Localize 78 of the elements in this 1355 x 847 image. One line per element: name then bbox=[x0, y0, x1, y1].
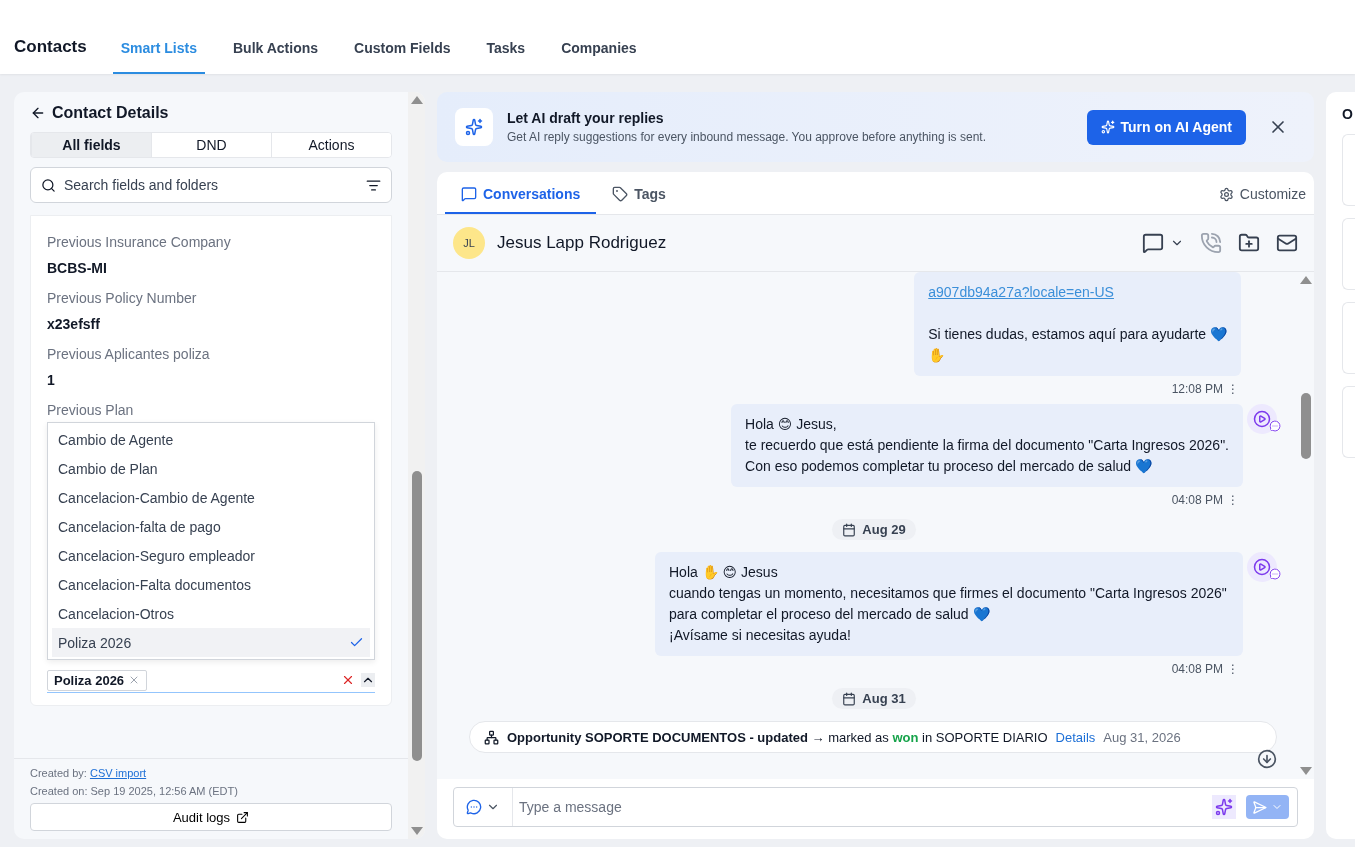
chat-icon[interactable] bbox=[1142, 232, 1164, 254]
field-label: Previous Plan bbox=[47, 402, 135, 418]
chat-dots-icon bbox=[1269, 568, 1281, 580]
mail-icon[interactable] bbox=[1276, 232, 1298, 254]
created-on-text: Created on: Sep 19 2025, 12:56 AM (EDT) bbox=[30, 785, 239, 797]
pipeline-icon bbox=[484, 729, 499, 745]
message-time: 04:08 PM bbox=[1171, 493, 1223, 507]
nav-tab[interactable]: Tasks bbox=[478, 40, 534, 74]
nav-tab[interactable]: Companies bbox=[553, 40, 645, 74]
send-icon bbox=[1252, 799, 1267, 815]
more-menu[interactable]: ⋮ bbox=[1227, 382, 1239, 396]
customize-button[interactable]: Customize bbox=[1218, 186, 1306, 214]
chat-bubble-icon bbox=[461, 186, 477, 202]
segment-tab[interactable]: DND bbox=[151, 133, 271, 157]
calendar-icon bbox=[842, 691, 857, 706]
scroll-down-icon[interactable] bbox=[1257, 749, 1277, 769]
message-time: 04:08 PM bbox=[1171, 662, 1223, 676]
folder-plus-icon[interactable] bbox=[1238, 232, 1260, 254]
chat-dots-icon bbox=[466, 799, 482, 815]
ai-sparkle-icon[interactable] bbox=[1212, 795, 1236, 819]
chat-dots-icon bbox=[1269, 420, 1281, 432]
external-link-icon bbox=[236, 810, 250, 824]
nav-tab[interactable]: Custom Fields bbox=[346, 40, 459, 74]
panel-heading: O bbox=[1342, 106, 1354, 122]
field-value: x23efsff bbox=[47, 316, 101, 332]
field-label: Previous Insurance Company bbox=[47, 234, 232, 250]
field-label: Previous Policy Number bbox=[47, 290, 198, 306]
tag-icon bbox=[612, 186, 629, 202]
date-label: Aug 29 bbox=[862, 522, 906, 537]
play-icon bbox=[1253, 410, 1271, 428]
segment-tab[interactable]: All fields bbox=[31, 133, 151, 157]
info-card bbox=[1342, 302, 1355, 374]
back-icon[interactable] bbox=[30, 105, 46, 121]
banner-title: Let AI draft your replies bbox=[507, 110, 665, 126]
field-label: Previous Aplicantes poliza bbox=[47, 346, 211, 362]
creator-link[interactable]: CSV import bbox=[89, 767, 147, 779]
created-by-text: Created by: CSV import bbox=[30, 767, 148, 779]
date-label: Aug 31 bbox=[862, 691, 906, 706]
dropdown-option[interactable]: Poliza 2026 bbox=[52, 628, 370, 657]
more-menu[interactable]: ⋮ bbox=[1227, 662, 1239, 676]
banner-text: Get AI reply suggestions for every inbound message. You approve before anything is sent. bbox=[507, 130, 987, 144]
sparkle-icon bbox=[455, 108, 493, 146]
field-value: 1 bbox=[47, 372, 56, 388]
sparkle-icon bbox=[1100, 120, 1115, 134]
conversation-tab[interactable]: Tags bbox=[596, 186, 682, 214]
tag-select-field[interactable]: Poliza 2026 bbox=[47, 668, 375, 693]
nav-tab[interactable]: Smart Lists bbox=[112, 40, 205, 74]
field-value: BCBS-MI bbox=[47, 260, 108, 276]
message-bubble: a907db94a27a?locale=en-US Si tienes dudas, estamos aquí para ayudarte 💙 ✋ bbox=[914, 272, 1241, 376]
more-menu[interactable]: ⋮ bbox=[1227, 493, 1239, 507]
tag-label: Poliza 2026 bbox=[54, 672, 125, 688]
contact-name: Jesus Lapp Rodriguez bbox=[497, 233, 668, 253]
panel-title: Contact Details bbox=[52, 104, 169, 122]
activity-text: Opportunity SOPORTE DOCUMENTOS - updated → marked as won in SOPORTE DIARIO bbox=[507, 729, 1048, 745]
calendar-icon bbox=[842, 522, 857, 537]
page-title: Contacts bbox=[14, 37, 87, 58]
play-icon bbox=[1253, 558, 1271, 576]
search-icon bbox=[41, 177, 56, 193]
segment-tab[interactable]: Actions bbox=[271, 133, 391, 157]
message-bubble: Hola ✋ 😊 Jesus cuando tengas un momento, necesitamos que firmes el documento "Carta Ingresos 2026" para completar el proceso del mercado de salud 💙 ¡Avísame si necesitas ayuda! bbox=[655, 552, 1243, 656]
message-composer[interactable]: Type a message bbox=[453, 787, 1298, 827]
activity-date: Aug 31, 2026 bbox=[1103, 729, 1181, 745]
info-card bbox=[1342, 134, 1355, 206]
audit-logs-button[interactable]: Audit logs bbox=[30, 803, 392, 831]
settings-icon bbox=[1218, 186, 1234, 202]
clear-icon[interactable] bbox=[341, 673, 355, 687]
details-link[interactable]: Details bbox=[1055, 729, 1096, 745]
contact-avatar: JL bbox=[453, 227, 485, 259]
filter-icon[interactable] bbox=[366, 177, 381, 193]
turn-on-ai-button[interactable]: Turn on AI Agent bbox=[1086, 109, 1246, 145]
search-input[interactable]: Search fields and folders bbox=[62, 176, 360, 194]
info-card bbox=[1342, 218, 1355, 290]
message-bubble: Hola 😊 Jesus, te recuerdo que está pendiente la firma del documento "Carta Ingresos 2026". Con eso podemos completar tu proceso del mercado de salud 💙 bbox=[731, 404, 1243, 487]
nav-tab[interactable]: Bulk Actions bbox=[225, 40, 327, 74]
info-card bbox=[1342, 386, 1355, 458]
search-field[interactable]: Search fields and folders bbox=[30, 167, 392, 203]
message-time: 12:08 PM bbox=[1171, 382, 1223, 396]
chevron-up-icon[interactable] bbox=[361, 673, 375, 687]
